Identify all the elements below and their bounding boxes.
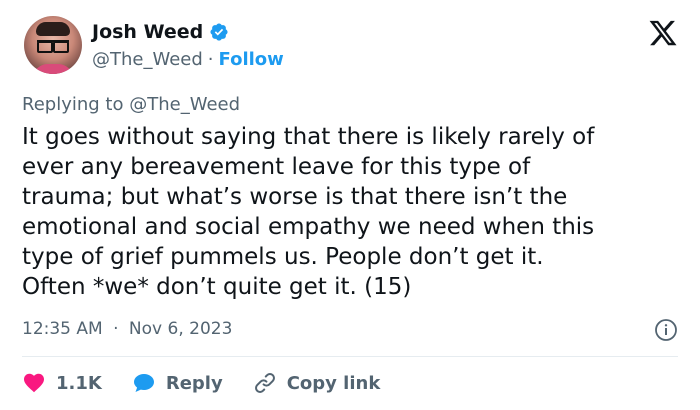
- author-handle[interactable]: @The_Weed: [92, 49, 203, 70]
- verified-badge-icon: [210, 23, 228, 41]
- reply-label: Reply: [165, 372, 223, 394]
- divider: [22, 356, 678, 357]
- author-handle-row: @The_Weed · Follow: [92, 48, 284, 70]
- tweet-time: 12:35 AM: [22, 319, 103, 339]
- author-name-row: Josh Weed: [92, 20, 229, 44]
- reply-button[interactable]: Reply: [132, 371, 223, 395]
- replying-handle[interactable]: @The_Weed: [129, 94, 240, 115]
- copy-link-button[interactable]: Copy link: [253, 371, 381, 395]
- tweet-text-line: Often *we* don’t quite get it. (15): [22, 274, 412, 300]
- tweet-text-line: emotional and social empathy we need whe…: [22, 214, 595, 240]
- info-icon[interactable]: [654, 318, 678, 342]
- tweet-text-line: type of grief pummels us. People don’t g…: [22, 244, 544, 270]
- follow-button[interactable]: Follow: [219, 49, 284, 70]
- tweet-timestamp[interactable]: 12:35 AM · Nov 6, 2023: [22, 319, 232, 339]
- replying-to: Replying to @The_Weed: [22, 94, 240, 115]
- avatar[interactable]: [24, 16, 82, 74]
- tweet-text-line: It goes without saying that there is lik…: [22, 124, 595, 150]
- link-icon: [254, 373, 275, 393]
- separator-dot: ·: [207, 48, 214, 70]
- tweet-text: It goes without saying that there is lik…: [22, 122, 682, 302]
- tweet-text-line: trauma; but what’s worse is that there i…: [22, 184, 568, 210]
- x-logo-icon[interactable]: [648, 18, 678, 48]
- tweet-header: Josh Weed @The_Weed · Follow: [22, 14, 678, 78]
- separator-dot: ·: [113, 319, 119, 339]
- speech-bubble-icon: [133, 374, 154, 392]
- author-name[interactable]: Josh Weed: [92, 21, 203, 43]
- copy-link-label: Copy link: [286, 372, 381, 394]
- tweet-date: Nov 6, 2023: [128, 319, 233, 339]
- heart-icon: [24, 373, 44, 393]
- action-bar: 1.1K Reply Copy link: [22, 368, 410, 398]
- like-button[interactable]: 1.1K: [22, 371, 102, 395]
- tweet-text-line: ever any bereavement leave for this type…: [22, 154, 531, 180]
- like-count: 1.1K: [56, 372, 102, 394]
- replying-prefix: Replying to: [22, 94, 124, 115]
